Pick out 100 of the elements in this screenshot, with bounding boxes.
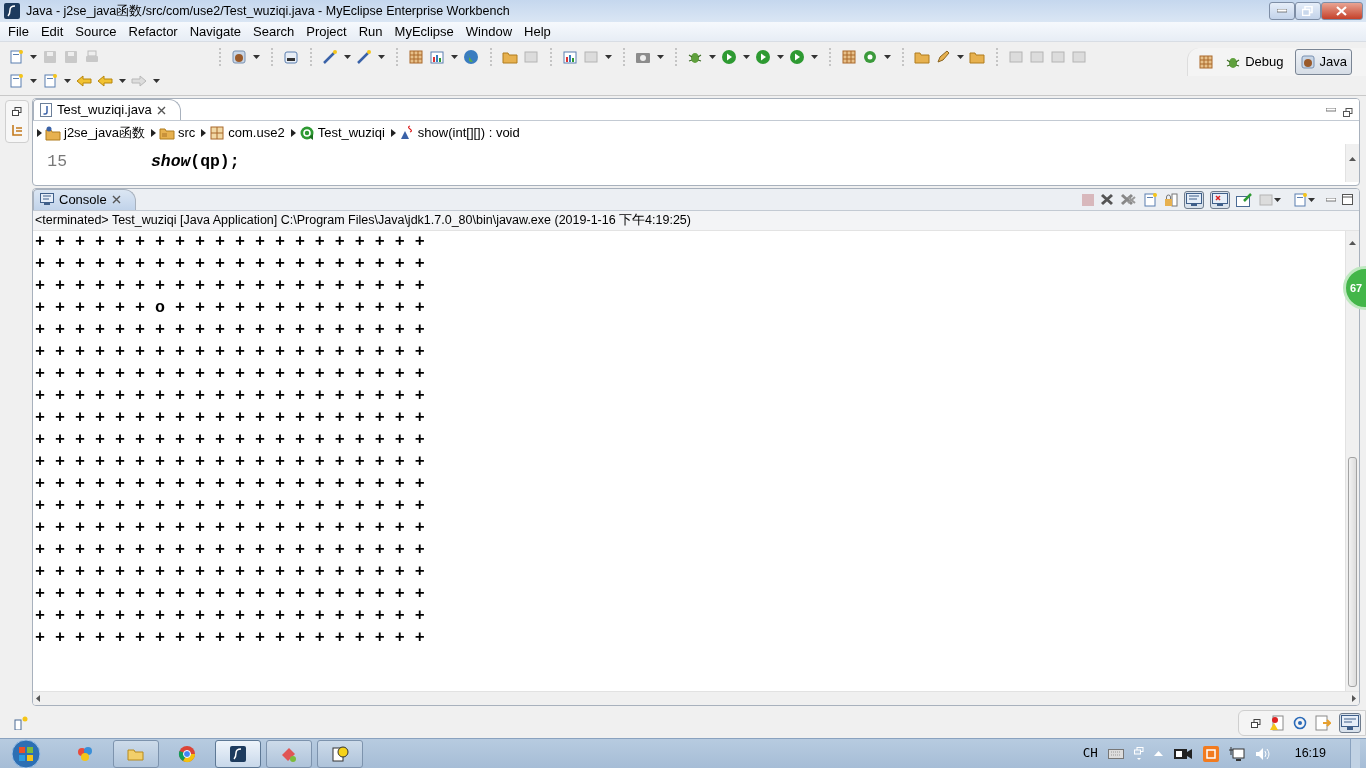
menu-item[interactable]: Window (459, 21, 519, 42)
caret-icon[interactable] (811, 54, 818, 59)
perspective-button[interactable]: Java (1294, 49, 1352, 75)
caret-icon[interactable] (451, 54, 458, 59)
network-icon[interactable] (1228, 745, 1245, 762)
menu-item[interactable]: Navigate (183, 21, 247, 42)
caret-icon[interactable] (957, 54, 964, 59)
caret-icon[interactable] (153, 78, 160, 83)
menu-item[interactable]: Refactor (122, 21, 184, 42)
caret-icon[interactable] (30, 54, 37, 59)
monitor-icon[interactable] (1341, 715, 1359, 731)
input-method-icon[interactable] (1202, 745, 1219, 762)
chart-icon[interactable] (562, 48, 578, 65)
menu-item[interactable]: Help (518, 21, 557, 42)
menu-item[interactable]: Search (247, 21, 301, 42)
at-sign-icon[interactable] (1293, 716, 1307, 730)
scroll-left-icon[interactable] (36, 695, 41, 702)
gear-icon[interactable] (862, 48, 878, 65)
document-icon[interactable] (1142, 191, 1158, 208)
caret-icon[interactable] (1274, 197, 1281, 202)
caret-icon[interactable] (1308, 197, 1315, 202)
console-tab[interactable]: Console (33, 188, 136, 210)
breadcrumb-item[interactable]: com.use2 (209, 122, 285, 143)
scrollbar-thumb[interactable] (1348, 456, 1357, 687)
clock[interactable]: 16:19 (1294, 744, 1326, 763)
document-icon[interactable] (42, 72, 58, 89)
caret-icon[interactable] (119, 78, 126, 83)
perspective-button[interactable]: Debug (1220, 49, 1289, 75)
toggle-button[interactable] (1210, 190, 1230, 209)
close-icon[interactable] (111, 195, 121, 205)
keyboard-icon[interactable] (1107, 748, 1124, 759)
chevron-icon[interactable] (390, 128, 396, 137)
restore-button[interactable] (1294, 2, 1321, 20)
document-icon[interactable] (8, 72, 24, 89)
minimize-icon[interactable] (1326, 197, 1336, 202)
run-icon[interactable] (721, 48, 737, 65)
breadcrumb-item[interactable]: j2se_java函数 (45, 122, 145, 143)
new-view-icon[interactable] (14, 716, 28, 730)
chevron-icon[interactable] (150, 128, 156, 137)
chevron-icon[interactable] (290, 128, 296, 137)
close-icon[interactable] (156, 105, 166, 115)
run-icon[interactable] (789, 48, 805, 65)
breadcrumb-item[interactable]: Test_wuziqi (298, 122, 385, 143)
problems-icon[interactable] (1269, 715, 1285, 731)
lock-icon[interactable] (1164, 192, 1178, 207)
grid-icon[interactable] (841, 48, 857, 65)
caret-icon[interactable] (378, 54, 385, 59)
caret-icon[interactable] (777, 54, 784, 59)
close-button[interactable] (1320, 2, 1363, 20)
breadcrumb-item[interactable]: src (158, 122, 196, 143)
caret-icon[interactable] (30, 78, 37, 83)
badge-icon[interactable] (283, 48, 299, 65)
remove-all-icon[interactable] (1120, 192, 1136, 207)
caret-icon[interactable] (253, 54, 260, 59)
scrollbar[interactable] (1345, 144, 1359, 182)
scroll-right-icon[interactable] (1351, 695, 1356, 702)
caret-icon[interactable] (743, 54, 750, 59)
caret-icon[interactable] (709, 54, 716, 59)
input-language-indicator[interactable]: CH (1082, 744, 1098, 763)
back-arrow-icon[interactable] (76, 72, 92, 89)
menu-item[interactable]: File (2, 21, 35, 42)
maximize-icon[interactable] (1342, 107, 1353, 117)
back-arrow-icon[interactable] (97, 72, 113, 89)
editor-tab[interactable]: Test_wuziqi.java (33, 99, 181, 120)
wand-icon[interactable] (356, 48, 372, 65)
toggle-button[interactable] (1184, 190, 1204, 209)
menu-item[interactable]: MyEclipse (388, 21, 460, 42)
chart-icon[interactable] (429, 48, 445, 65)
restore-icon[interactable] (1251, 718, 1261, 728)
start-button[interactable] (8, 738, 44, 768)
remove-icon[interactable] (1100, 193, 1114, 207)
grid-icon[interactable] (408, 48, 424, 65)
menu-item[interactable]: Run (352, 21, 389, 42)
menu-item[interactable]: Source (69, 21, 123, 42)
caret-icon[interactable] (344, 54, 351, 59)
restore-icon[interactable] (12, 107, 22, 116)
chevron-icon[interactable] (37, 128, 42, 137)
menu-item[interactable]: Project (300, 21, 353, 42)
grid-icon[interactable] (1198, 54, 1215, 70)
pen-icon[interactable] (935, 48, 951, 65)
globe-icon[interactable] (463, 48, 479, 65)
minimize-icon[interactable] (1326, 107, 1336, 112)
taskbar-button[interactable] (215, 739, 261, 768)
pin-icon[interactable] (1236, 192, 1252, 207)
scroll-up-icon[interactable] (1349, 241, 1356, 246)
bean-icon[interactable] (231, 48, 247, 65)
camera-icon[interactable] (1172, 746, 1193, 761)
scroll-up-icon[interactable] (1349, 156, 1356, 161)
document-icon[interactable] (8, 48, 24, 65)
menu-item[interactable]: Edit (34, 21, 70, 42)
run-icon[interactable] (755, 48, 771, 65)
breadcrumb-item[interactable]: show(int[][]) : void (398, 122, 520, 143)
caret-icon[interactable] (605, 54, 612, 59)
declaration-icon[interactable] (1315, 715, 1331, 731)
minimize-button[interactable] (1268, 2, 1295, 20)
taskbar-button[interactable] (317, 739, 363, 768)
chevron-icon[interactable] (201, 128, 207, 137)
caret-icon[interactable] (657, 54, 664, 59)
wand-icon[interactable] (322, 48, 338, 65)
caret-icon[interactable] (64, 78, 71, 83)
